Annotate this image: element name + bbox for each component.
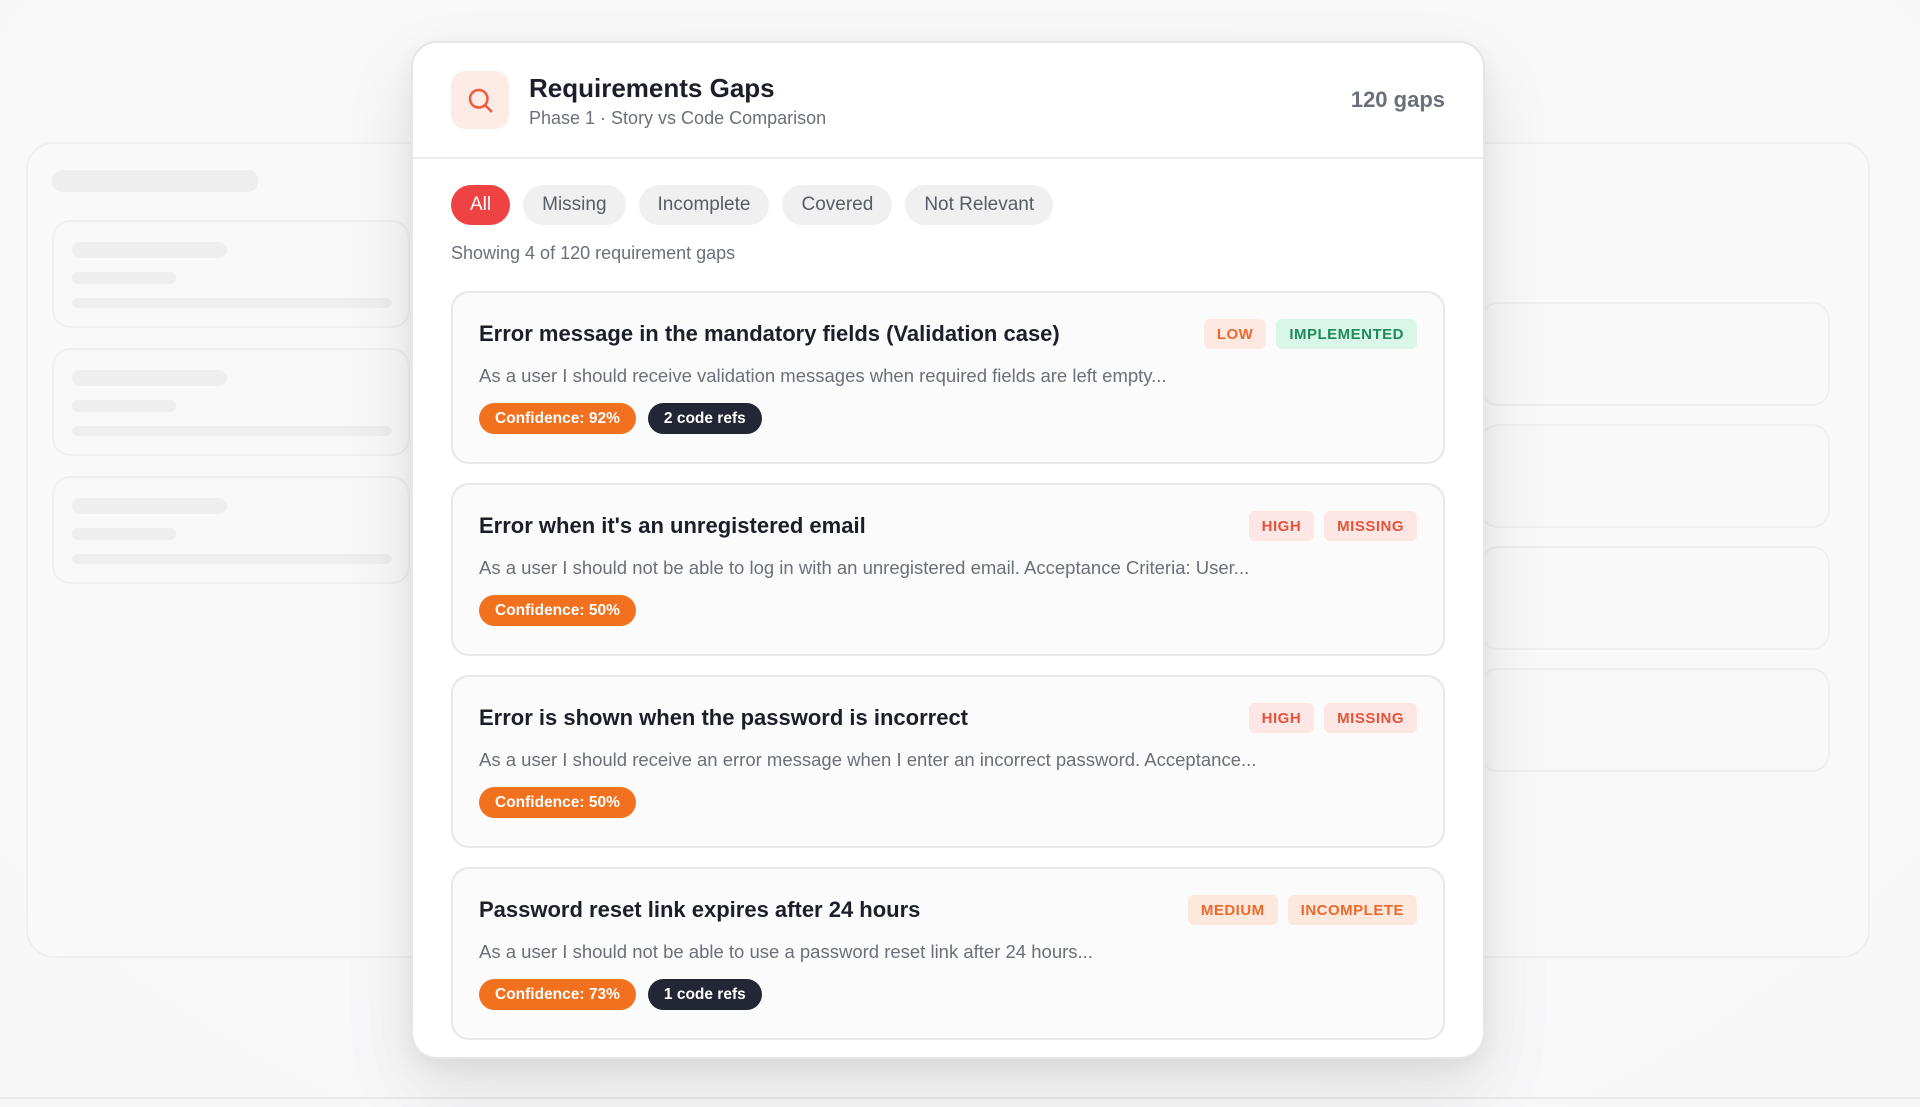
gap-description: As a user I should not be able to use a … xyxy=(479,941,1093,962)
gap-title: Error message in the mandatory fields (V… xyxy=(479,321,1060,346)
code-refs-pill[interactable]: 1 code refs xyxy=(647,979,762,1010)
skeleton-card xyxy=(1480,424,1830,528)
gap-title: Error is shown when the password is inco… xyxy=(479,705,969,730)
filter-covered[interactable]: Covered xyxy=(782,185,893,225)
modal-subtitle: Phase 1 · Story vs Code Comparison xyxy=(529,107,827,128)
filter-chips: All Missing Incomplete Covered Not Relev… xyxy=(451,185,1445,225)
filter-not-relevant[interactable]: Not Relevant xyxy=(905,185,1054,225)
priority-badge: LOW xyxy=(1203,319,1267,349)
filter-missing[interactable]: Missing xyxy=(523,185,626,225)
status-badge: MISSING xyxy=(1324,703,1417,733)
status-badge: IMPLEMENTED xyxy=(1276,319,1417,349)
gap-card[interactable]: Password reset link expires after 24 hou… xyxy=(451,867,1445,1040)
priority-badge: HIGH xyxy=(1248,703,1315,733)
skeleton-card xyxy=(1480,668,1830,772)
modal-body: All Missing Incomplete Covered Not Relev… xyxy=(413,159,1483,1040)
status-badge: MISSING xyxy=(1324,511,1417,541)
confidence-pill: Confidence: 92% xyxy=(479,403,636,434)
gap-description: As a user I should receive validation me… xyxy=(479,365,1167,386)
gap-list: Error message in the mandatory fields (V… xyxy=(451,291,1445,1040)
gap-card[interactable]: Error is shown when the password is inco… xyxy=(451,675,1445,848)
skeleton-card xyxy=(1480,546,1830,650)
priority-badge: HIGH xyxy=(1248,511,1315,541)
skeleton-card xyxy=(1480,302,1830,406)
gap-card[interactable]: Error message in the mandatory fields (V… xyxy=(451,291,1445,464)
search-icon xyxy=(451,71,509,129)
gap-count: 120 gaps xyxy=(1350,87,1445,112)
gap-card[interactable]: Error when it's an unregistered email HI… xyxy=(451,483,1445,656)
requirements-gaps-modal: Requirements Gaps Phase 1 · Story vs Cod… xyxy=(411,41,1485,1059)
gap-title: Error when it's an unregistered email xyxy=(479,513,866,538)
gap-description: As a user I should receive an error mess… xyxy=(479,749,1257,770)
status-badge: INCOMPLETE xyxy=(1287,895,1417,925)
confidence-pill: Confidence: 50% xyxy=(479,787,636,818)
skeleton-card xyxy=(52,220,410,328)
results-count: Showing 4 of 120 requirement gaps xyxy=(451,243,736,263)
skeleton-line xyxy=(52,170,258,192)
modal-title: Requirements Gaps xyxy=(529,72,775,103)
divider xyxy=(0,1097,1920,1099)
app-stage: Requirements Gaps Phase 1 · Story vs Cod… xyxy=(0,0,1920,1107)
skeleton-card xyxy=(52,476,410,584)
filter-all[interactable]: All xyxy=(451,185,511,225)
header-text: Requirements Gaps Phase 1 · Story vs Cod… xyxy=(529,72,1351,129)
confidence-pill: Confidence: 73% xyxy=(479,979,636,1010)
confidence-pill: Confidence: 50% xyxy=(479,595,636,626)
gap-title: Password reset link expires after 24 hou… xyxy=(479,897,921,922)
code-refs-pill[interactable]: 2 code refs xyxy=(647,403,762,434)
modal-header: Requirements Gaps Phase 1 · Story vs Cod… xyxy=(413,43,1483,159)
priority-badge: MEDIUM xyxy=(1187,895,1278,925)
filter-incomplete[interactable]: Incomplete xyxy=(638,185,770,225)
gap-description: As a user I should not be able to log in… xyxy=(479,557,1250,578)
skeleton-card xyxy=(52,348,410,456)
